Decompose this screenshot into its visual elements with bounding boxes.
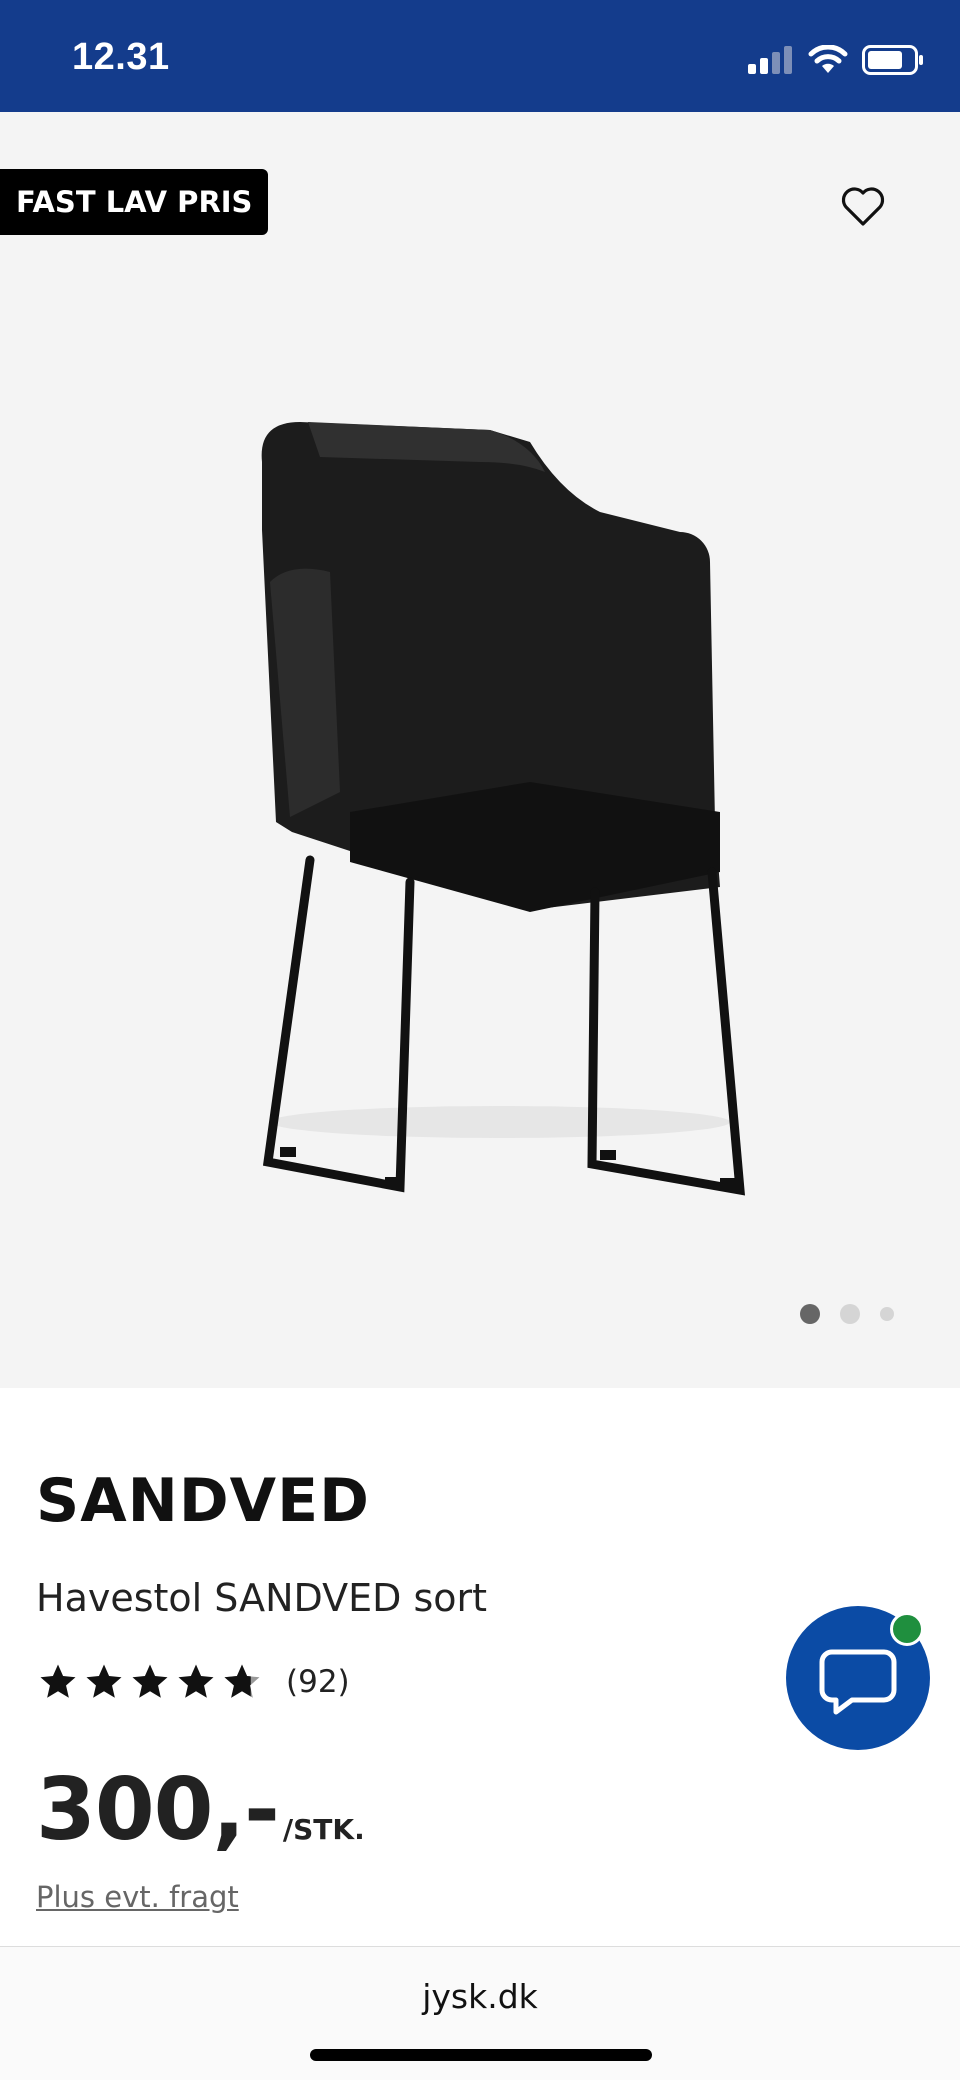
status-time: 12.31 — [72, 36, 170, 78]
price-row: 300,- /STK. — [36, 1760, 365, 1860]
product-brand: SANDVED — [36, 1466, 370, 1536]
star-icon — [178, 1664, 214, 1698]
signal-icon — [748, 46, 792, 74]
rating-stars — [36, 1661, 264, 1703]
carousel-dot[interactable] — [840, 1304, 860, 1324]
rating[interactable]: (92) — [36, 1660, 350, 1704]
heart-icon[interactable] — [840, 184, 886, 230]
status-bar: 12.31 — [0, 0, 960, 112]
shipping-link[interactable]: Plus evt. fragt — [36, 1880, 239, 1914]
price-unit: /STK. — [282, 1813, 365, 1846]
home-indicator[interactable] — [310, 2049, 652, 2061]
price-badge: FAST LAV PRIS — [0, 169, 269, 235]
product-gallery[interactable]: FAST LAV PRIS — [0, 112, 960, 1388]
browser-url-bar[interactable]: jysk.dk — [0, 1946, 960, 2080]
product-name: Havestol SANDVED sort — [36, 1576, 488, 1620]
star-icon — [132, 1664, 168, 1698]
wifi-icon — [808, 45, 848, 73]
carousel-dot[interactable] — [880, 1307, 894, 1321]
status-icons — [748, 40, 924, 80]
online-indicator — [890, 1612, 924, 1646]
star-icon — [86, 1664, 122, 1698]
carousel-dots[interactable] — [800, 1304, 894, 1324]
battery-icon — [862, 45, 923, 75]
chat-button[interactable] — [786, 1606, 930, 1750]
url-text[interactable]: jysk.dk — [0, 1977, 960, 2016]
price: 300,- — [36, 1760, 280, 1860]
star-half-icon — [224, 1664, 260, 1698]
carousel-dot[interactable] — [800, 1304, 820, 1324]
product-image[interactable] — [200, 402, 760, 1202]
star-icon — [40, 1664, 76, 1698]
rating-count[interactable]: (92) — [286, 1664, 350, 1700]
